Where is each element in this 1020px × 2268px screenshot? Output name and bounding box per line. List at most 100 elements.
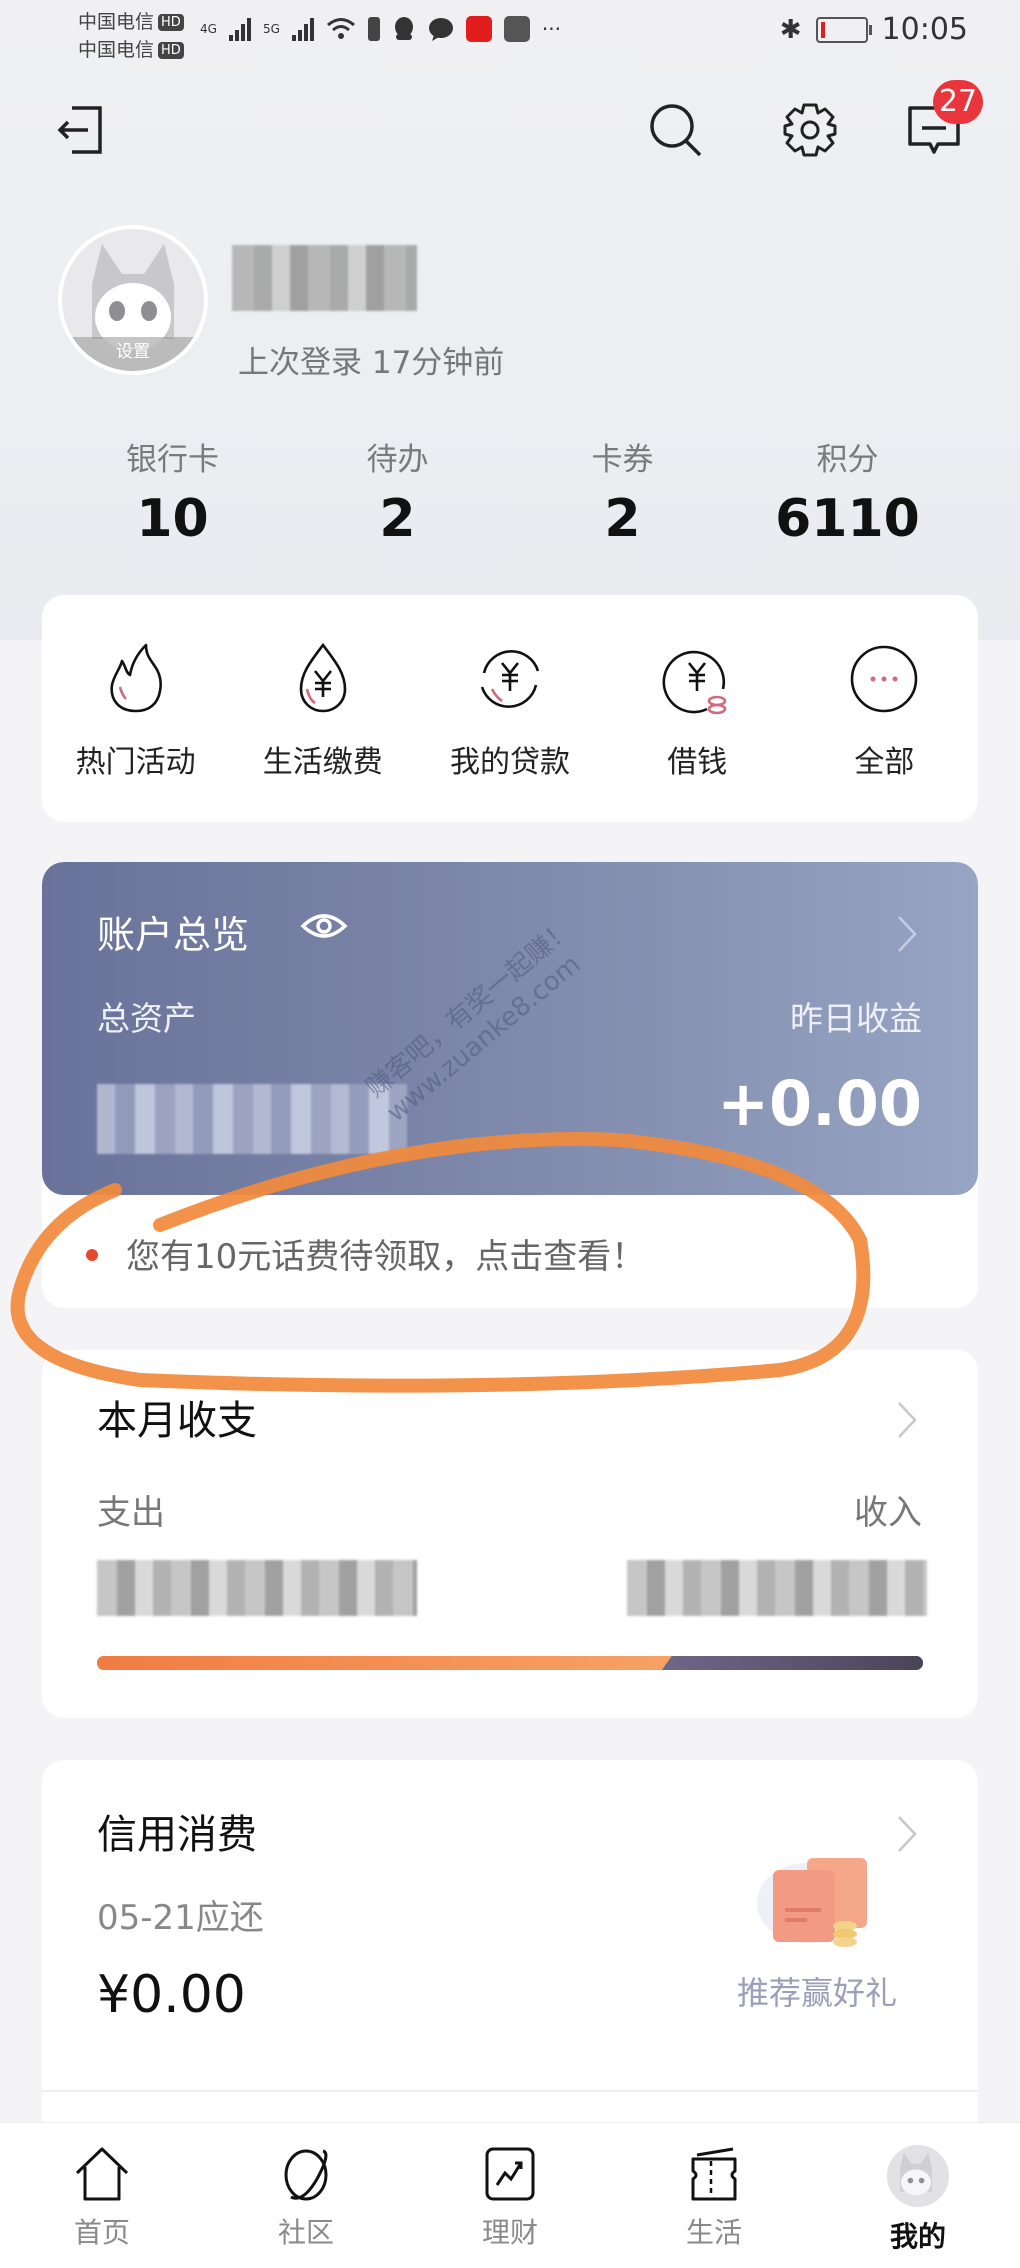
nav-label: 首页 — [73, 2216, 130, 2249]
battery-saver-icon — [367, 17, 380, 41]
stat-coupons[interactable]: 卡券 2 — [510, 440, 735, 554]
carrier-info: 中国电信 HD 中国电信 HD — [78, 8, 184, 64]
settings-button[interactable] — [780, 100, 840, 160]
nav-community[interactable]: 社区 — [204, 2123, 408, 2268]
stat-label: 待办 — [366, 442, 429, 478]
network-type-2: 5G — [262, 22, 280, 36]
quick-action-my-loans[interactable]: 我的贷款 — [416, 595, 603, 822]
quick-action-borrow[interactable]: 借钱 — [604, 595, 791, 822]
stat-bank-cards[interactable]: 银行卡 10 — [60, 440, 285, 554]
hd-badge: HD — [158, 42, 184, 59]
status-bar: 中国电信 HD 中国电信 HD 4G 5G ··· ✱ 10:05 — [0, 0, 1020, 72]
monthly-summary-title: 本月收支 — [97, 1398, 257, 1444]
income-label: 收入 — [854, 1493, 922, 1533]
monthly-summary-card[interactable]: 本月收支 支出 收入 — [42, 1350, 978, 1718]
status-right: ✱ 10:05 — [780, 12, 968, 47]
total-assets-label: 总资产 — [97, 999, 196, 1038]
planet-icon — [284, 2149, 328, 2201]
yesterday-yield-label: 昨日收益 — [790, 999, 922, 1038]
expense-income-bar — [97, 1656, 923, 1670]
nav-home[interactable]: 首页 — [0, 2123, 204, 2268]
message-badge: 27 — [933, 80, 983, 124]
stat-points[interactable]: 积分 6110 — [735, 440, 960, 554]
carrier-2: 中国电信 — [78, 39, 155, 61]
home-icon — [75, 2147, 129, 2201]
clock: 10:05 — [881, 12, 968, 47]
account-overview-card: 账户总览 总资产 昨日收益 +0.00 您有10元话费待领取，点击查看！ — [42, 862, 978, 1308]
quick-action-label: 我的贷款 — [450, 745, 570, 780]
carrier-1: 中国电信 — [78, 11, 155, 33]
avatar[interactable]: 设置 — [58, 225, 208, 375]
yuan-drop-icon — [299, 642, 347, 713]
quick-action-bill-payment[interactable]: 生活缴费 — [229, 595, 416, 822]
quick-action-label: 借钱 — [667, 745, 728, 780]
quick-action-label: 生活缴费 — [262, 745, 383, 780]
nav-label: 我的 — [889, 2220, 946, 2253]
expense-label: 支出 — [97, 1493, 165, 1533]
credit-card-section[interactable]: 信用消费 05-21应还 ¥0.00 推荐赢好礼 — [42, 1760, 978, 2180]
bluetooth-icon: ✱ — [779, 14, 802, 45]
due-amount: ¥0.00 — [97, 1965, 246, 2025]
stat-label: 卡券 — [591, 442, 654, 478]
quick-action-label: 全部 — [854, 745, 915, 780]
search-button[interactable] — [646, 100, 706, 160]
more-icon — [851, 645, 918, 713]
income-bar-segment — [661, 1656, 923, 1670]
nav-wealth[interactable]: 理财 — [408, 2123, 612, 2268]
credit-title: 信用消费 — [97, 1812, 257, 1858]
quick-action-hot-activities[interactable]: 热门活动 — [42, 595, 229, 822]
logout-icon — [57, 106, 102, 154]
stat-value: 6110 — [775, 489, 920, 549]
yuan-coin-icon — [662, 650, 727, 715]
stats-row: 银行卡 10 待办 2 卡券 2 积分 6110 — [60, 440, 960, 554]
avatar-icon — [887, 2145, 949, 2207]
wifi-icon — [326, 18, 355, 39]
stat-label: 银行卡 — [126, 442, 219, 478]
app-icon — [465, 16, 492, 42]
nav-life[interactable]: 生活 — [612, 2123, 816, 2268]
nav-label: 生活 — [685, 2216, 742, 2249]
stat-todo[interactable]: 待办 2 — [285, 440, 510, 554]
chevron-right-icon[interactable] — [896, 914, 918, 954]
chevron-right-icon[interactable] — [896, 1400, 918, 1440]
stat-value: 2 — [604, 489, 641, 549]
section-divider — [42, 2090, 978, 2092]
expense-bar-segment — [97, 1656, 672, 1670]
gift-card-icon — [757, 1858, 867, 1947]
signal-icon — [291, 17, 314, 41]
bottom-nav: 首页 社区 理财 生活 我的 — [0, 2122, 1020, 2268]
quick-action-all[interactable]: 全部 — [791, 595, 978, 822]
stat-value: 10 — [136, 489, 209, 549]
due-date-label: 05-21应还 — [97, 1898, 264, 1938]
stat-value: 2 — [379, 489, 416, 549]
income-value-blurred — [627, 1560, 927, 1616]
chart-icon — [485, 2147, 535, 2201]
stat-label: 积分 — [816, 442, 879, 478]
battery-icon — [815, 16, 872, 43]
yuan-cycle-icon — [480, 650, 540, 708]
nav-label: 理财 — [481, 2216, 538, 2249]
total-assets-value-blurred — [97, 1084, 407, 1154]
phone-credit-notice[interactable]: 您有10元话费待领取，点击查看！ — [42, 1195, 978, 1308]
expense-value-blurred — [97, 1560, 417, 1616]
notice-dot — [86, 1249, 98, 1261]
promo-label: 推荐赢好礼 — [736, 1974, 897, 2012]
avatar-settings-label: 设置 — [62, 337, 204, 371]
flame-icon — [110, 643, 162, 713]
search-icon — [650, 104, 702, 157]
eye-icon[interactable] — [300, 906, 348, 946]
notice-text: 您有10元话费待领取，点击查看！ — [126, 1237, 646, 1277]
chat-icon — [428, 18, 453, 41]
qq-icon — [394, 17, 413, 40]
huawei-icon — [503, 16, 530, 42]
account-overview-title: 账户总览 — [97, 913, 250, 957]
yesterday-yield-value: +0.00 — [717, 1067, 922, 1140]
nav-mine[interactable]: 我的 — [816, 2123, 1020, 2268]
network-type-1: 4G — [200, 22, 217, 36]
ticket-icon — [691, 2147, 737, 2201]
username-blurred — [232, 245, 417, 311]
gear-icon — [783, 103, 837, 157]
referral-promo[interactable]: 推荐赢好礼 — [722, 1848, 912, 2014]
logout-button[interactable] — [50, 100, 110, 160]
nav-label: 社区 — [277, 2216, 334, 2249]
